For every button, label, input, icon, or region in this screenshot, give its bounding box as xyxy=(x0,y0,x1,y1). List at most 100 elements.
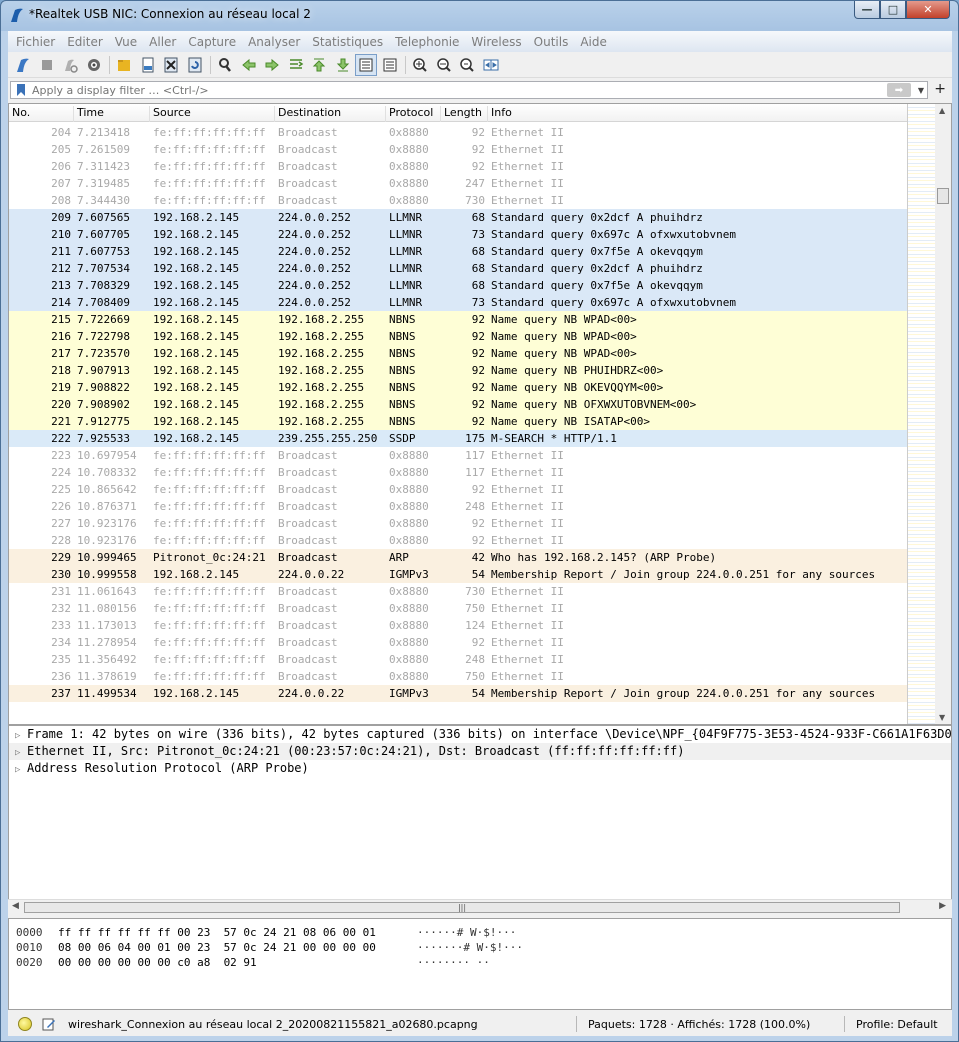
expert-info-led-icon[interactable] xyxy=(18,1017,32,1031)
table-row[interactable]: 222 7.925533 192.168.2.145 239.255.255.250 S… xyxy=(9,430,907,447)
table-row[interactable]: 207 7.319485 fe:ff:ff:ff:ff:ff Broadcast 0x8… xyxy=(9,175,907,192)
save-file-button[interactable] xyxy=(137,54,159,76)
table-row[interactable]: 230 10.999558 192.168.2.145 224.0.0.22 IGMPv… xyxy=(9,566,907,583)
detail-row-frame[interactable]: ▷ Frame 1: 42 bytes on wire (336 bits), 4… xyxy=(9,726,951,743)
bookmark-icon[interactable] xyxy=(14,83,28,97)
scroll-up-icon[interactable]: ▲ xyxy=(939,106,945,115)
table-row[interactable]: 229 10.999465 Pitronot_0c:24:21 Broadcast AR… xyxy=(9,549,907,566)
go-back-button[interactable] xyxy=(238,54,260,76)
details-horizontal-scrollbar[interactable]: ◀ ||| ▶ xyxy=(8,899,952,915)
menu-editer[interactable]: Editer xyxy=(61,35,109,49)
table-row[interactable]: 233 11.173013 fe:ff:ff:ff:ff:ff Broadcast 0x… xyxy=(9,617,907,634)
table-row[interactable]: 215 7.722669 192.168.2.145 192.168.2.255 NBN… xyxy=(9,311,907,328)
table-row[interactable]: 205 7.261509 fe:ff:ff:ff:ff:ff Broadcast 0x8… xyxy=(9,141,907,158)
colorize-button[interactable] xyxy=(379,54,401,76)
table-row[interactable]: 226 10.876371 fe:ff:ff:ff:ff:ff Broadcast 0x… xyxy=(9,498,907,515)
status-profile[interactable]: Profile: Default xyxy=(856,1018,938,1031)
open-file-button[interactable] xyxy=(113,54,135,76)
table-row[interactable]: 212 7.707534 192.168.2.145 224.0.0.252 LLMNR… xyxy=(9,260,907,277)
expand-arrow-icon[interactable]: ▷ xyxy=(15,728,27,743)
packet-minimap[interactable] xyxy=(907,104,935,724)
table-row[interactable]: 227 10.923176 fe:ff:ff:ff:ff:ff Broadcast 0x… xyxy=(9,515,907,532)
minimize-button[interactable]: — xyxy=(854,1,880,19)
table-row[interactable]: 221 7.912775 192.168.2.145 192.168.2.255 NBN… xyxy=(9,413,907,430)
column-header-length[interactable]: Length xyxy=(440,106,487,122)
table-row[interactable]: 206 7.311423 fe:ff:ff:ff:ff:ff Broadcast 0x8… xyxy=(9,158,907,175)
packet-details[interactable]: ▷ Frame 1: 42 bytes on wire (336 bits), 4… xyxy=(8,725,952,915)
table-row[interactable]: 204 7.213418 fe:ff:ff:ff:ff:ff Broadcast 0x8… xyxy=(9,124,907,141)
table-row[interactable]: 232 11.080156 fe:ff:ff:ff:ff:ff Broadcast 0x… xyxy=(9,600,907,617)
table-row[interactable]: 219 7.908822 192.168.2.145 192.168.2.255 NBN… xyxy=(9,379,907,396)
menu-aide[interactable]: Aide xyxy=(574,35,613,49)
column-header-source[interactable]: Source xyxy=(149,106,274,122)
column-header-destination[interactable]: Destination xyxy=(274,106,385,122)
expand-arrow-icon[interactable]: ▷ xyxy=(15,745,27,760)
menu-telephonie[interactable]: Telephonie xyxy=(389,35,465,49)
menu-analyser[interactable]: Analyser xyxy=(242,35,306,49)
find-packet-button[interactable] xyxy=(214,54,236,76)
apply-filter-button[interactable]: ➡ xyxy=(887,83,911,97)
packet-bytes[interactable]: 0000 ff ff ff ff ff ff 00 23 57 0c 24 21… xyxy=(8,918,952,1010)
title-bar[interactable]: *Realtek USB NIC: Connexion au réseau lo… xyxy=(1,1,958,29)
maximize-button[interactable]: □ xyxy=(880,1,906,19)
menu-capture[interactable]: Capture xyxy=(182,35,242,49)
column-header-time[interactable]: Time xyxy=(73,106,149,122)
menu-wireless[interactable]: Wireless xyxy=(465,35,527,49)
first-packet-button[interactable] xyxy=(308,54,330,76)
last-packet-button[interactable] xyxy=(332,54,354,76)
menu-aller[interactable]: Aller xyxy=(143,35,182,49)
scroll-left-icon[interactable]: ◀ xyxy=(12,901,19,911)
scrollbar-thumb[interactable]: ||| xyxy=(24,902,900,913)
table-row[interactable]: 224 10.708332 fe:ff:ff:ff:ff:ff Broadcast 0x… xyxy=(9,464,907,481)
table-row[interactable]: 220 7.908902 192.168.2.145 192.168.2.255 NBN… xyxy=(9,396,907,413)
column-header-no[interactable]: No. xyxy=(9,106,71,122)
zoom-in-button[interactable] xyxy=(409,54,431,76)
table-row[interactable]: 231 11.061643 fe:ff:ff:ff:ff:ff Broadcast 0x… xyxy=(9,583,907,600)
go-forward-button[interactable] xyxy=(261,54,283,76)
autoscroll-button[interactable] xyxy=(355,53,377,76)
table-row[interactable]: 210 7.607705 192.168.2.145 224.0.0.252 LLMNR… xyxy=(9,226,907,243)
add-filter-button[interactable]: + xyxy=(934,81,946,97)
restart-capture-button[interactable] xyxy=(59,54,81,76)
table-row[interactable]: 211 7.607753 192.168.2.145 224.0.0.252 LLMNR… xyxy=(9,243,907,260)
menu-statistiques[interactable]: Statistiques xyxy=(306,35,389,49)
expand-arrow-icon[interactable]: ▷ xyxy=(15,762,27,777)
table-row[interactable]: 234 11.278954 fe:ff:ff:ff:ff:ff Broadcast 0x… xyxy=(9,634,907,651)
filter-history-dropdown[interactable]: ▼ xyxy=(915,86,927,95)
menu-outils[interactable]: Outils xyxy=(528,35,575,49)
stop-capture-button[interactable] xyxy=(36,54,58,76)
zoom-out-button[interactable] xyxy=(433,54,455,76)
start-capture-button[interactable] xyxy=(12,54,34,76)
reload-file-button[interactable] xyxy=(184,54,206,76)
packet-list[interactable]: No. Time Source Destination Protocol Len… xyxy=(8,103,952,725)
table-row[interactable]: 213 7.708329 192.168.2.145 224.0.0.252 LLMNR… xyxy=(9,277,907,294)
table-row[interactable]: 236 11.378619 fe:ff:ff:ff:ff:ff Broadcast 0x… xyxy=(9,668,907,685)
scroll-right-icon[interactable]: ▶ xyxy=(939,901,946,911)
menu-fichier[interactable]: Fichier xyxy=(10,35,61,49)
table-row[interactable]: 209 7.607565 192.168.2.145 224.0.0.252 LLMNR… xyxy=(9,209,907,226)
table-row[interactable]: 225 10.865642 fe:ff:ff:ff:ff:ff Broadcast 0x… xyxy=(9,481,907,498)
detail-row-arp[interactable]: ▷ Address Resolution Protocol (ARP Probe) xyxy=(9,760,951,777)
table-row[interactable]: 228 10.923176 fe:ff:ff:ff:ff:ff Broadcast 0x… xyxy=(9,532,907,549)
menu-vue[interactable]: Vue xyxy=(109,35,143,49)
zoom-reset-button[interactable] xyxy=(456,54,478,76)
go-to-packet-button[interactable] xyxy=(285,54,307,76)
table-row[interactable]: 223 10.697954 fe:ff:ff:ff:ff:ff Broadcast 0x… xyxy=(9,447,907,464)
scroll-down-icon[interactable]: ▼ xyxy=(939,713,945,722)
column-header-protocol[interactable]: Protocol xyxy=(385,106,440,122)
close-button[interactable]: ✕ xyxy=(906,1,950,19)
table-row[interactable]: 235 11.356492 fe:ff:ff:ff:ff:ff Broadcast 0x… xyxy=(9,651,907,668)
capture-comment-icon[interactable] xyxy=(42,1017,56,1031)
table-row[interactable]: 237 11.499534 192.168.2.145 224.0.0.22 IGMPv… xyxy=(9,685,907,702)
resize-columns-button[interactable] xyxy=(480,54,502,76)
packet-list-scrollbar[interactable]: ▲ ▼ xyxy=(935,104,951,724)
table-row[interactable]: 217 7.723570 192.168.2.145 192.168.2.255 NBN… xyxy=(9,345,907,362)
display-filter-input[interactable] xyxy=(32,83,887,97)
scrollbar-thumb[interactable] xyxy=(937,188,949,204)
column-header-info[interactable]: Info xyxy=(487,106,907,122)
close-file-button[interactable] xyxy=(160,54,182,76)
table-row[interactable]: 214 7.708409 192.168.2.145 224.0.0.252 LLMNR… xyxy=(9,294,907,311)
table-row[interactable]: 208 7.344430 fe:ff:ff:ff:ff:ff Broadcast 0x8… xyxy=(9,192,907,209)
table-row[interactable]: 218 7.907913 192.168.2.145 192.168.2.255 NBN… xyxy=(9,362,907,379)
capture-options-button[interactable] xyxy=(83,54,105,76)
